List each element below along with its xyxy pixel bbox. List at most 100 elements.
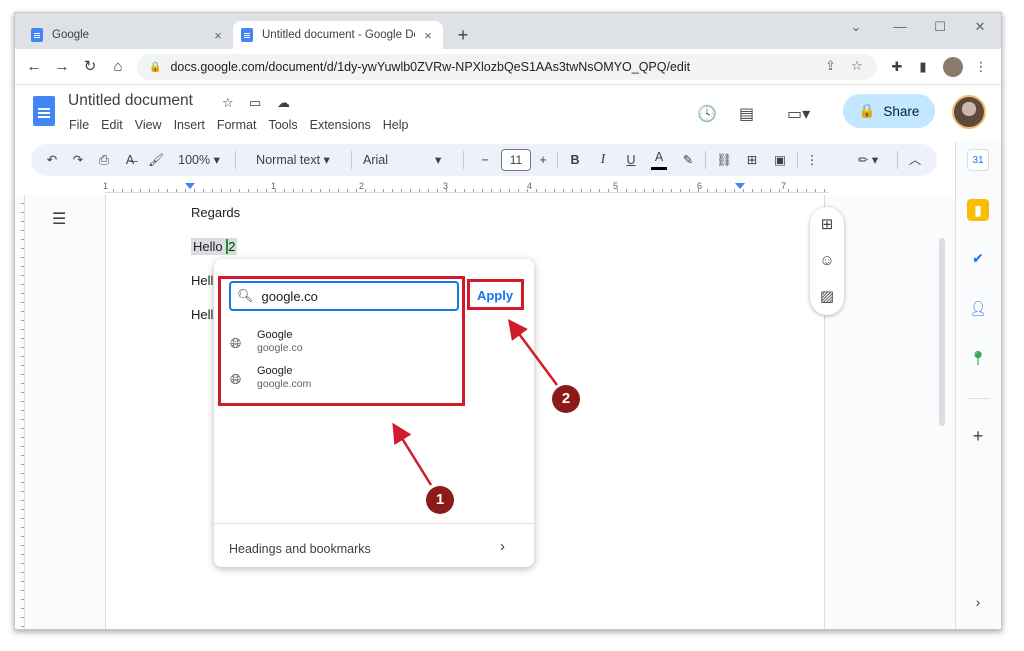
more-options-icon[interactable]: ⋮: [805, 150, 819, 170]
right-indent-marker[interactable]: [735, 183, 745, 189]
undo-icon[interactable]: ↶: [43, 150, 61, 170]
share-page-icon[interactable]: ⇪: [825, 58, 836, 74]
account-avatar[interactable]: [952, 95, 986, 129]
tab-close-icon[interactable]: ×: [421, 28, 435, 43]
spellcheck-icon[interactable]: A̶: [121, 150, 139, 170]
zoom-value: 100%: [178, 153, 211, 167]
star-icon[interactable]: ☆: [222, 95, 234, 111]
omnibox[interactable]: 🔒 docs.google.com/document/d/1dy-ywYuwlb…: [137, 54, 877, 80]
home-button[interactable]: ⌂: [107, 56, 129, 78]
hide-menus-chevron-up-icon[interactable]: ︿: [907, 150, 923, 170]
annotation-badge-2: 2: [552, 385, 580, 413]
menu-edit[interactable]: Edit: [101, 118, 123, 132]
editing-mode-pencil-icon[interactable]: ✏ ▾: [851, 150, 885, 170]
forward-button[interactable]: →: [51, 56, 73, 78]
close-window-button[interactable]: ✕: [965, 19, 995, 35]
scrollbar-thumb[interactable]: [939, 238, 945, 426]
annotation-box-apply: [467, 279, 524, 310]
floating-actions: ⊞ ☺ ▨: [810, 207, 844, 315]
formatting-toolbar: ↶ ↷ ⎙ A̶ 🖌 100% ▾ Normal text ▾ Arial ▾ −…: [31, 144, 937, 176]
menu-format[interactable]: Format: [217, 118, 257, 132]
bookmark-star-icon[interactable]: ☆: [851, 58, 863, 74]
ruler-number: 6: [697, 181, 703, 191]
doc-line-regards[interactable]: Regards: [191, 205, 240, 220]
increase-font-size-icon[interactable]: +: [535, 150, 551, 170]
bold-button[interactable]: B: [567, 150, 583, 170]
menu-view[interactable]: View: [135, 118, 162, 132]
left-indent-marker[interactable]: [185, 183, 195, 189]
zoom-select[interactable]: 100% ▾: [171, 150, 227, 170]
reload-button[interactable]: ↻: [79, 56, 101, 78]
font-size-input[interactable]: 11: [501, 149, 531, 171]
tab-untitled-document[interactable]: Untitled document - Google Docs ×: [233, 21, 443, 49]
menu-tools[interactable]: Tools: [268, 118, 297, 132]
toolbar-divider: [705, 151, 706, 169]
add-comment-icon[interactable]: ⊞: [817, 215, 837, 235]
toolbar-divider: [557, 151, 558, 169]
emoji-reaction-icon[interactable]: ☺: [817, 251, 837, 271]
font-select[interactable]: Arial ▾: [361, 150, 461, 170]
comments-icon[interactable]: ▤: [739, 104, 754, 124]
menu-help[interactable]: Help: [383, 118, 409, 132]
ruler-number: 1: [271, 181, 277, 191]
expand-panel-chevron-icon[interactable]: ›: [967, 591, 989, 613]
keep-icon[interactable]: ▮: [967, 199, 989, 221]
style-value: Normal text: [256, 153, 321, 167]
doc-line-hello-selected[interactable]: Hello 2: [191, 238, 238, 255]
tab-search-chevron-icon[interactable]: ⌄: [841, 19, 871, 35]
suggest-edits-icon[interactable]: ▨: [817, 287, 837, 307]
ruler-number: 5: [613, 181, 619, 191]
horizontal-ruler[interactable]: [105, 181, 829, 193]
lock-icon: 🔒: [858, 103, 876, 118]
document-outline-icon[interactable]: ☰: [52, 209, 66, 229]
lock-icon: 🔒: [149, 61, 162, 73]
highlight-icon[interactable]: ✎: [679, 150, 697, 170]
ruler-number: 2: [359, 181, 365, 191]
paragraph-style-select[interactable]: Normal text ▾: [243, 150, 343, 170]
docs-logo-icon[interactable]: [33, 96, 55, 126]
add-addon-plus-icon[interactable]: +: [967, 425, 989, 447]
add-comment-icon[interactable]: ⊞: [743, 150, 761, 170]
tasks-icon[interactable]: ✔: [967, 247, 989, 269]
menu-file[interactable]: File: [69, 118, 89, 132]
calendar-icon[interactable]: 31: [967, 149, 989, 171]
tab-close-icon[interactable]: ×: [211, 28, 225, 43]
insert-image-icon[interactable]: ▣: [771, 150, 789, 170]
back-button[interactable]: ←: [23, 56, 45, 78]
version-history-icon[interactable]: 🕓: [697, 104, 717, 124]
new-tab-button[interactable]: +: [453, 25, 473, 46]
extensions-puzzle-icon[interactable]: ✚: [887, 57, 907, 77]
tab-google[interactable]: Google ×: [23, 21, 233, 49]
menu-insert[interactable]: Insert: [174, 118, 205, 132]
print-icon[interactable]: ⎙: [95, 150, 113, 170]
move-folder-icon[interactable]: ▭: [249, 95, 261, 111]
contacts-icon[interactable]: 👤︎: [967, 297, 989, 319]
text-color-button[interactable]: A: [651, 150, 667, 170]
paint-format-icon[interactable]: 🖌: [147, 150, 165, 170]
url-text: docs.google.com/document/d/1dy-ywYuwlb0Z…: [170, 60, 691, 74]
toolbar-divider: [235, 151, 236, 169]
redo-icon[interactable]: ↷: [69, 150, 87, 170]
toolbar-divider: [897, 151, 898, 169]
decrease-font-size-icon[interactable]: −: [477, 150, 493, 170]
profile-avatar[interactable]: [943, 57, 963, 77]
side-panel-icon[interactable]: ▮: [913, 57, 933, 77]
minimize-button[interactable]: —: [885, 19, 915, 34]
italic-button[interactable]: I: [595, 150, 611, 170]
cloud-status-icon[interactable]: ☁: [277, 95, 290, 111]
maps-icon[interactable]: 📍︎: [967, 347, 989, 369]
doc-line-hell-2[interactable]: Hell: [191, 307, 213, 322]
insert-link-icon[interactable]: ⛓: [715, 150, 733, 170]
chevron-right-icon[interactable]: ›: [500, 538, 505, 555]
share-button[interactable]: 🔒 Share: [843, 94, 935, 128]
browser-menu-icon[interactable]: ⋮: [971, 57, 991, 77]
document-title[interactable]: Untitled document: [68, 92, 193, 110]
doc-line-hell-1[interactable]: Hell: [191, 273, 213, 288]
maximize-button[interactable]: ☐: [925, 19, 955, 35]
menu-extensions[interactable]: Extensions: [310, 118, 371, 132]
headings-and-bookmarks[interactable]: Headings and bookmarks: [229, 542, 371, 556]
meet-camera-icon[interactable]: ▭▾: [787, 104, 810, 124]
underline-button[interactable]: U: [623, 150, 639, 170]
toolbar-divider: [797, 151, 798, 169]
selected-text: Hello 2: [191, 238, 238, 255]
